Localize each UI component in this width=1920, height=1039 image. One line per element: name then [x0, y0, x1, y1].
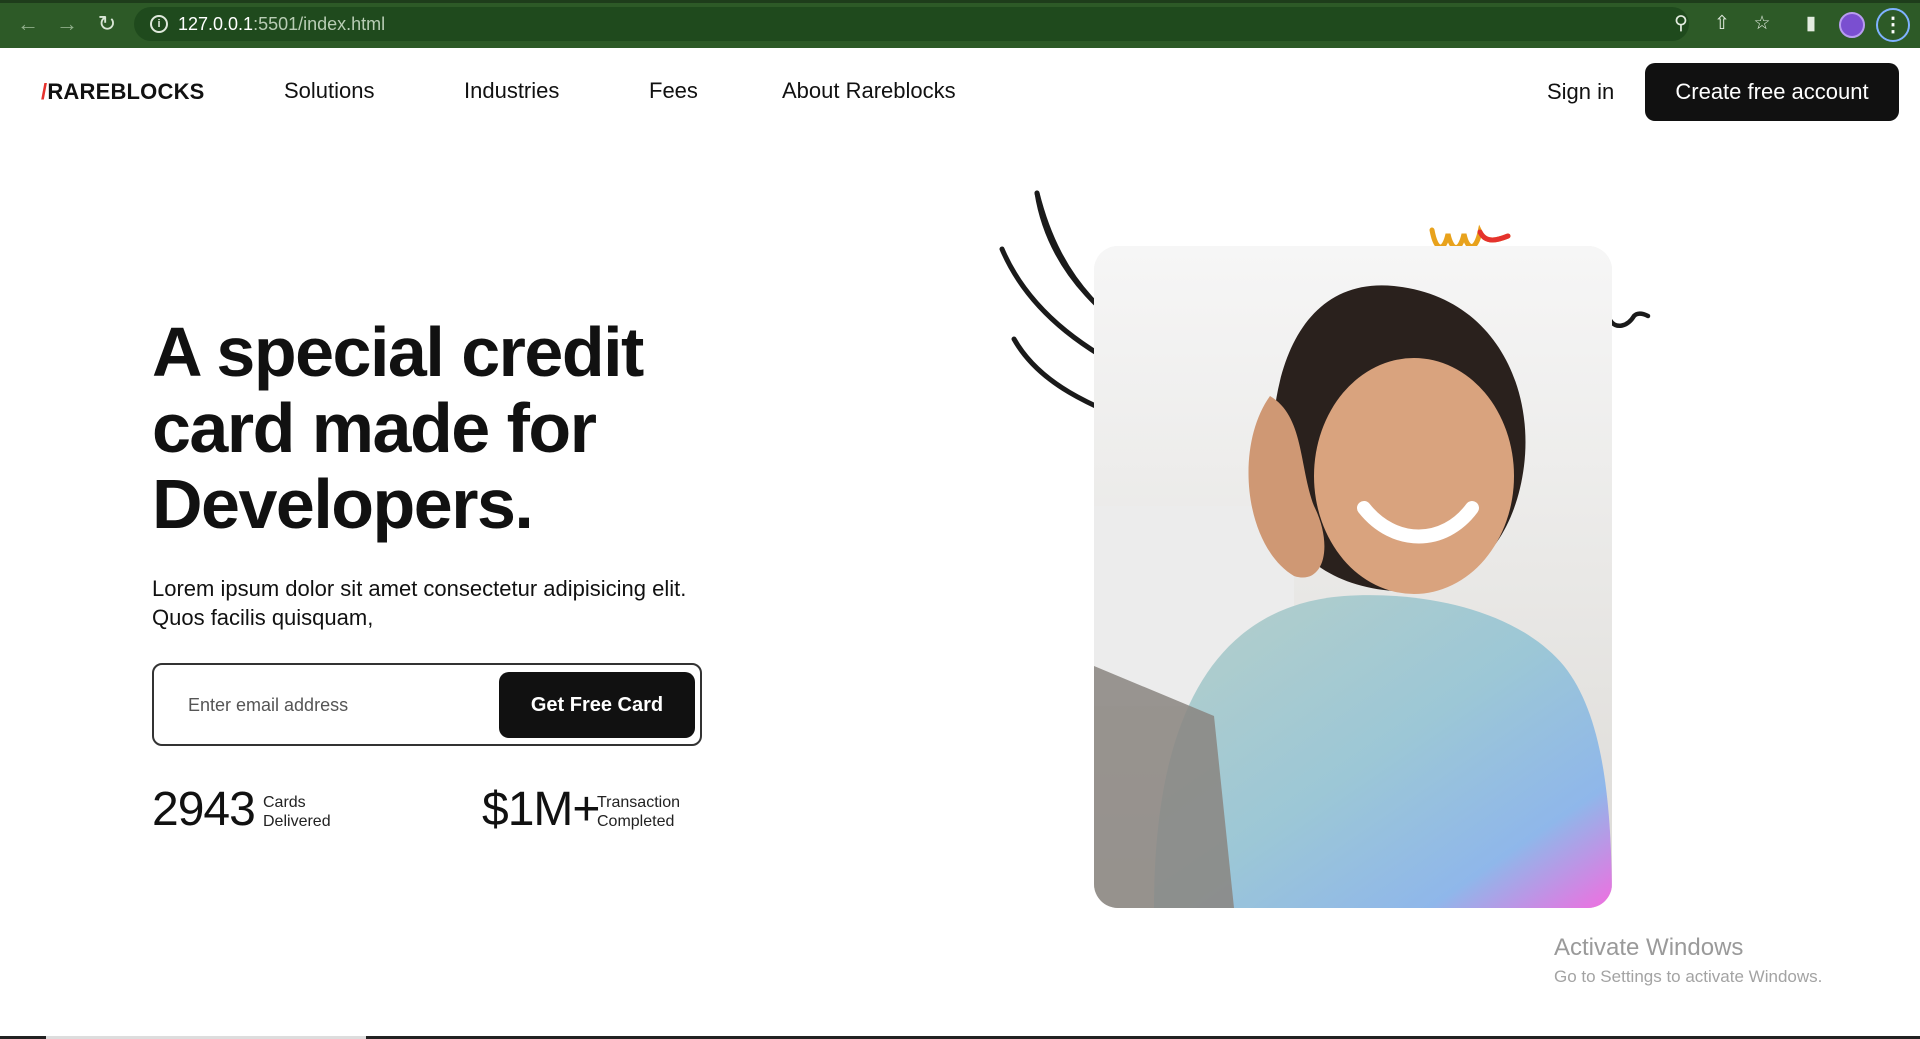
hero-title-line: A special credit	[152, 313, 644, 391]
profile-avatar[interactable]	[1839, 12, 1865, 38]
stat-transaction-label: Completed	[597, 813, 675, 830]
stat-cards-value: 2943	[152, 783, 256, 836]
share-icon[interactable]: ⇧	[1709, 11, 1735, 37]
face-shape	[1314, 358, 1514, 594]
email-signup-form: Get Free Card	[152, 663, 702, 746]
hero-title-line: card made for	[152, 389, 597, 467]
squiggle-stroke	[1477, 229, 1511, 243]
photo-illustration	[1094, 246, 1612, 908]
hero-photo	[1094, 246, 1612, 908]
hero-subtitle: Lorem ipsum dolor sit amet consectetur a…	[152, 576, 687, 630]
email-input[interactable]	[188, 685, 488, 725]
nav-fees[interactable]: Fees	[649, 78, 698, 104]
browser-toolbar: ← → ↻ i 127.0.0.1:5501/index.html ⚲ ⇧ ☆ …	[0, 0, 1920, 48]
forward-icon[interactable]: →	[53, 10, 81, 38]
get-free-card-button[interactable]: Get Free Card	[499, 672, 695, 738]
nav-about[interactable]: About Rareblocks	[782, 78, 956, 104]
browser-menu-icon[interactable]: ⋮	[1876, 8, 1910, 42]
address-bar[interactable]: i 127.0.0.1:5501/index.html	[134, 7, 1689, 41]
back-icon[interactable]: ←	[14, 10, 42, 38]
stat-cards-label: Delivered	[263, 813, 331, 830]
stat-transaction-label: Transaction	[597, 794, 680, 811]
logo-text: RAREBLOCKS	[47, 79, 205, 104]
nav-solutions[interactable]: Solutions	[284, 78, 375, 104]
stat-transaction-value: $1M+	[482, 783, 600, 836]
reload-icon[interactable]: ↻	[93, 10, 121, 38]
site-logo[interactable]: /RAREBLOCKS	[41, 79, 205, 105]
tab-strip-edge	[0, 0, 1920, 3]
bookmark-star-icon[interactable]: ☆	[1749, 11, 1775, 37]
activate-windows-subtitle: Go to Settings to activate Windows.	[1554, 967, 1823, 986]
activate-windows-title: Activate Windows	[1554, 934, 1744, 961]
sign-in-link[interactable]: Sign in	[1547, 79, 1614, 105]
url-text[interactable]: 127.0.0.1:5501/index.html	[178, 7, 385, 41]
hero-title-line: Developers.	[152, 465, 534, 543]
url-host: 127.0.0.1	[178, 14, 254, 34]
site-info-icon[interactable]: i	[150, 15, 168, 33]
side-panel-icon[interactable]: ▮	[1798, 11, 1824, 37]
zoom-icon[interactable]: ⚲	[1668, 11, 1694, 37]
url-path: :5501/index.html	[253, 14, 386, 34]
create-account-button[interactable]: Create free account	[1645, 63, 1899, 121]
hero-title: A special credit card made for Developer…	[152, 314, 712, 542]
stat-cards-label: Cards	[263, 794, 306, 811]
nav-industries[interactable]: Industries	[464, 78, 559, 104]
